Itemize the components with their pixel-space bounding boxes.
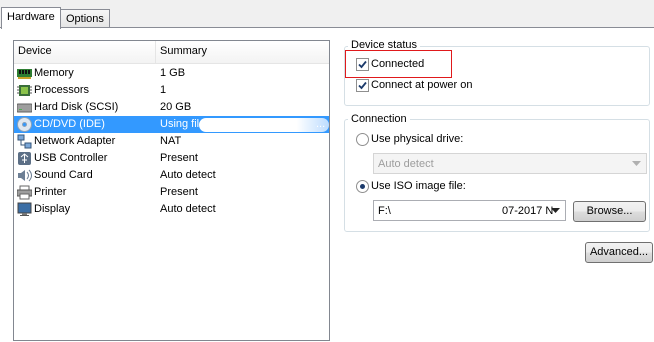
use-physical-drive-radio[interactable] [356,133,369,146]
iso-path-combo[interactable]: F:\ 07-2017 N [373,200,566,221]
device-summary: Present [160,186,198,198]
device-row-display[interactable]: Display Auto detect [14,201,329,218]
device-row-memory[interactable]: Memory 1 GB [14,65,329,82]
device-row-network-adapter[interactable]: Network Adapter NAT [14,133,329,150]
device-name: Processors [34,84,90,96]
column-header-summary[interactable]: Summary [160,45,207,57]
column-separator[interactable] [155,41,156,63]
redacted-path [199,118,329,132]
column-header-device[interactable]: Device [18,45,52,57]
memory-icon [17,69,32,79]
device-summary: Present [160,152,198,164]
checkmark-icon [358,60,367,69]
processor-icon [17,85,32,96]
physical-drive-select[interactable]: Auto detect [373,153,647,174]
tab-hardware-label: Hardware [7,11,55,23]
sound-card-icon [18,169,32,182]
device-row-cd-dvd[interactable]: CD/DVD (IDE) Using file ... [14,116,329,133]
device-name: Display [34,203,71,215]
device-list[interactable]: Device Summary Memory 1 GB Processors 1 … [13,40,330,341]
advanced-button[interactable]: Advanced... [585,242,653,263]
device-row-hard-disk[interactable]: Hard Disk (SCSI) 20 GB [14,99,329,116]
device-list-header: Device Summary [14,41,329,64]
device-summary: 1 [160,84,167,96]
device-row-processors[interactable]: Processors 1 [14,82,329,99]
use-iso-image-radio[interactable] [356,180,369,193]
use-iso-image-label[interactable]: Use ISO image file: [371,180,466,192]
device-row-sound-card[interactable]: Sound Card Auto detect [14,167,329,184]
device-name: Network Adapter [34,135,116,147]
iso-path-end: 07-2017 N [502,205,554,217]
device-name: USB Controller [34,152,108,164]
device-name: Memory [34,67,74,79]
device-row-printer[interactable]: Printer Present [14,184,329,201]
physical-drive-value: Auto detect [378,158,434,170]
use-physical-drive-label[interactable]: Use physical drive: [371,133,463,145]
device-summary: 20 GB [160,101,192,113]
device-name: Hard Disk (SCSI) [34,101,119,113]
connected-label[interactable]: Connected [371,58,424,70]
device-summary: Auto detect [160,203,216,215]
device-row-usb-controller[interactable]: USB Controller Present [14,150,329,167]
connect-at-power-on-label[interactable]: Connect at power on [371,79,473,91]
tab-hardware[interactable]: Hardware [1,7,61,29]
radio-dot [360,184,365,189]
device-summary: NAT [160,135,182,147]
connection-title: Connection [348,113,410,126]
network-adapter-icon [17,134,32,149]
cd-dvd-icon [17,117,32,132]
tab-options[interactable]: Options [60,9,110,29]
iso-path-start: F:\ [378,205,391,217]
chevron-down-icon [551,208,560,213]
summary-ellipsis: ... [316,118,326,130]
browse-button[interactable]: Browse... [573,201,646,222]
connected-checkbox[interactable] [356,58,369,71]
chevron-down-icon [632,161,641,166]
checkmark-icon [358,81,367,90]
usb-icon [18,152,31,165]
device-summary: 1 GB [160,67,186,79]
device-summary: Auto detect [160,169,216,181]
connect-at-power-on-checkbox[interactable] [356,79,369,92]
printer-icon [17,185,32,200]
display-icon [17,202,32,216]
hard-disk-icon [17,103,32,113]
device-name: Printer [34,186,67,198]
device-name: Sound Card [34,169,93,181]
device-name: CD/DVD (IDE) [34,118,105,130]
tab-options-label: Options [66,13,104,25]
